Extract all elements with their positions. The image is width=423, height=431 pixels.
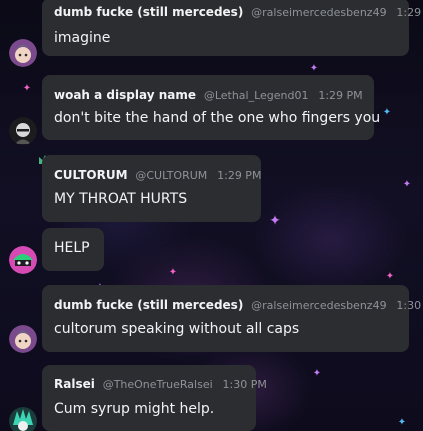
display-name[interactable]: dumb fucke (still mercedes) — [54, 5, 243, 19]
message-bubble: woah a display name @Lethal_Legend01 1:2… — [42, 75, 380, 140]
message-text: HELP — [54, 240, 90, 256]
sparkle-icon: ✦ — [397, 417, 407, 428]
dark-character-avatar-icon[interactable] — [9, 117, 37, 145]
message-bubble: HELP — [42, 228, 104, 271]
message-text: imagine — [54, 30, 111, 46]
display-name[interactable]: CULTORUM — [54, 168, 128, 182]
pink-green-character-avatar-icon[interactable] — [9, 246, 37, 274]
message-text: cultorum speaking without all caps — [54, 321, 300, 337]
sparkle-icon: ✦ — [309, 63, 319, 74]
message-bubble: dumb fucke (still mercedes) @ralseimerce… — [42, 0, 423, 56]
message-text: don't bite the hand of the one who finge… — [54, 110, 381, 126]
message-header: dumb fucke (still mercedes) @ralseimerce… — [54, 298, 423, 313]
username-handle[interactable]: @ralseimercedesbenz49 — [251, 6, 386, 19]
display-name[interactable]: woah a display name — [54, 88, 196, 102]
sparkle-icon: ✦ — [312, 368, 322, 379]
message-text: MY THROAT HURTS — [54, 191, 188, 207]
sparkle-icon: ✦ — [22, 83, 32, 94]
ralsei-avatar-icon[interactable] — [9, 39, 37, 67]
username-handle[interactable]: @CULTORUM — [135, 169, 207, 182]
display-name[interactable]: dumb fucke (still mercedes) — [54, 298, 243, 312]
sparkle-icon: ✦ — [402, 179, 412, 190]
message-text: Cum syrup might help. — [54, 401, 215, 417]
timestamp: 1:30 PM — [396, 299, 423, 312]
message-header: dumb fucke (still mercedes) @ralseimerce… — [54, 5, 423, 20]
sparkle-icon: ✦ — [269, 213, 281, 229]
username-handle[interactable]: @ralseimercedesbenz49 — [251, 299, 386, 312]
timestamp: 1:29 PM — [217, 169, 262, 182]
username-handle[interactable]: @Lethal_Legend01 — [204, 89, 309, 102]
timestamp: 1:30 PM — [222, 378, 267, 391]
message-header: Ralsei @TheOneTrueRalsei 1:30 PM — [54, 377, 267, 392]
sparkle-icon: ✦ — [382, 107, 392, 118]
message-bubble: CULTORUM @CULTORUM 1:29 PM MY THROAT HUR… — [42, 155, 261, 222]
display-name[interactable]: Ralsei — [54, 377, 95, 391]
teal-character-avatar-icon[interactable] — [9, 407, 37, 431]
timestamp: 1:29 PM — [318, 89, 363, 102]
message-header: CULTORUM @CULTORUM 1:29 PM — [54, 168, 261, 183]
timestamp: 1:29 PM — [396, 6, 423, 19]
message-bubble: Ralsei @TheOneTrueRalsei 1:30 PM Cum syr… — [42, 365, 267, 431]
message-bubble: dumb fucke (still mercedes) @ralseimerce… — [42, 285, 423, 352]
username-handle[interactable]: @TheOneTrueRalsei — [103, 378, 213, 391]
ralsei-avatar-icon[interactable] — [9, 325, 37, 353]
message-header: woah a display name @Lethal_Legend01 1:2… — [54, 88, 363, 103]
sparkle-icon: ✦ — [168, 267, 178, 278]
sparkle-icon: ✦ — [385, 271, 395, 282]
